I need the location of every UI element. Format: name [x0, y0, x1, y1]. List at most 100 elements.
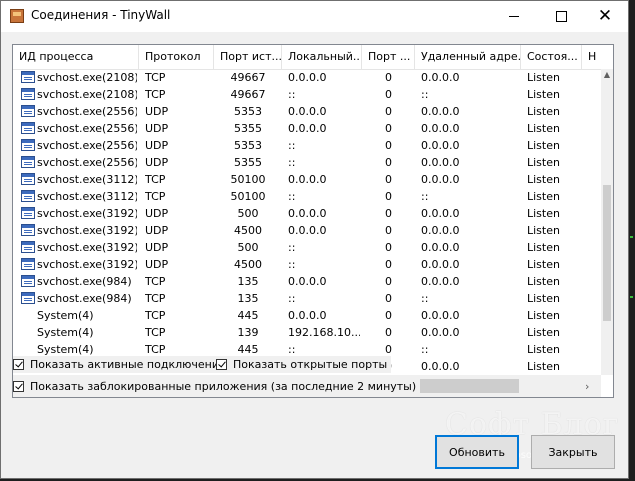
- column-header-protocol[interactable]: Протокол: [139, 45, 214, 69]
- scroll-right-icon[interactable]: ›: [585, 380, 589, 393]
- close-button[interactable]: Закрыть: [531, 435, 615, 469]
- table-row[interactable]: svchost.exe(984) TCP 135:: 0:: Listen: [13, 290, 601, 307]
- cell-remote: 0.0.0.0: [421, 173, 460, 186]
- cell-lport: 0: [385, 241, 392, 254]
- table-row[interactable]: svchost.exe(2108) TCP 49667 0.0.0.0 0 0.0.0.0…: [13, 69, 601, 86]
- cell-state: Listen: [527, 360, 560, 373]
- checkmark-icon: [13, 359, 24, 370]
- show-blocked-apps-label: Показать заблокированные приложения (за …: [30, 380, 417, 393]
- cell-local: ::: [288, 139, 296, 152]
- cell-port: 5355: [234, 156, 262, 169]
- cell-lport: 0: [385, 139, 392, 152]
- cell-port: 135: [237, 275, 259, 288]
- minimize-button[interactable]: [491, 1, 537, 32]
- cell-state: Listen: [527, 207, 560, 220]
- cell-proc: System(4): [37, 309, 94, 322]
- application-icon: [21, 207, 35, 219]
- vertical-scrollbar[interactable]: ▲: [601, 69, 613, 375]
- cell-proc: svchost.exe(2556): [37, 139, 137, 152]
- table-row[interactable]: svchost.exe(2556) UDP 5355 0.0.0.0 0 0.0.0.0 L…: [13, 120, 601, 137]
- application-icon: [21, 275, 35, 287]
- table-row[interactable]: System(4) TCP 139 192.168.10... 0 0.0.0.0 List…: [13, 324, 601, 341]
- cell-proc: svchost.exe(2108): [37, 71, 137, 84]
- table-row[interactable]: svchost.exe(2556) UDP 5355:: 0 0.0.0.0 Listen: [13, 154, 601, 171]
- column-header-local-port[interactable]: Порт ...: [362, 45, 415, 69]
- application-icon: [21, 190, 35, 202]
- column-header-source-port[interactable]: Порт ист...: [214, 45, 282, 69]
- show-open-ports-checkbox[interactable]: Показать открытые порты: [216, 356, 392, 373]
- list-header: ИД процесса Протокол Порт ист... Локальн…: [13, 45, 613, 70]
- table-row[interactable]: svchost.exe(2556) UDP 5353:: 0 0.0.0.0 Listen: [13, 137, 601, 154]
- cell-proc: System(4): [37, 326, 94, 339]
- cell-proto: UDP: [145, 207, 169, 220]
- cell-proto: TCP: [145, 71, 166, 84]
- cell-remote: 0.0.0.0: [421, 224, 460, 237]
- table-row[interactable]: System(4) TCP 445 0.0.0.0 0 0.0.0.0 Listen: [13, 307, 601, 324]
- cell-local: 0.0.0.0: [288, 275, 327, 288]
- cell-remote: ::: [421, 292, 429, 305]
- cell-proto: TCP: [145, 309, 166, 322]
- show-open-ports-label: Показать открытые порты: [233, 358, 388, 371]
- cell-remote: 0.0.0.0: [421, 71, 460, 84]
- cell-proto: TCP: [145, 88, 166, 101]
- cell-local: 0.0.0.0: [288, 173, 327, 186]
- cell-local: 0.0.0.0: [288, 71, 327, 84]
- table-row[interactable]: svchost.exe(3192) UDP 4500 0.0.0.0 0 0.0.0.0 L…: [13, 222, 601, 239]
- table-row[interactable]: svchost.exe(2556) UDP 5353 0.0.0.0 0 0.0.0.0 L…: [13, 103, 601, 120]
- cell-state: Listen: [527, 326, 560, 339]
- show-active-connections-checkbox[interactable]: Показать активные подключения: [13, 356, 230, 373]
- cell-proto: UDP: [145, 122, 169, 135]
- cell-remote: 0.0.0.0: [421, 207, 460, 220]
- cell-remote: 0.0.0.0: [421, 360, 460, 373]
- application-icon: [21, 88, 35, 100]
- scroll-up-icon[interactable]: ▲: [601, 69, 613, 81]
- cell-state: Listen: [527, 224, 560, 237]
- table-row[interactable]: svchost.exe(3112) TCP 50100:: 0:: Listen: [13, 188, 601, 205]
- cell-lport: 0: [385, 156, 392, 169]
- show-blocked-apps-checkbox[interactable]: Показать заблокированные приложения (за …: [13, 378, 421, 395]
- cell-state: Listen: [527, 88, 560, 101]
- application-icon: [21, 139, 35, 151]
- column-header-state[interactable]: Состоя...: [521, 45, 582, 69]
- cell-remote: 0.0.0.0: [421, 309, 460, 322]
- column-header-extra[interactable]: Н: [582, 45, 613, 69]
- cell-port: 445: [237, 309, 259, 322]
- column-header-remote-address[interactable]: Удаленный адре...: [415, 45, 521, 69]
- cell-remote: 0.0.0.0: [421, 241, 460, 254]
- table-row[interactable]: svchost.exe(3192) UDP 500 0.0.0.0 0 0.0.0.0 Li…: [13, 205, 601, 222]
- close-icon: ✕: [597, 6, 613, 26]
- cell-state: Listen: [527, 190, 560, 203]
- background-artifact: [630, 296, 633, 298]
- cell-port: 49667: [230, 88, 266, 101]
- column-header-local-address[interactable]: Локальный...: [282, 45, 362, 69]
- cell-proc: svchost.exe(3192): [37, 258, 137, 271]
- checkmark-icon: [216, 359, 227, 370]
- cell-lport: 0: [385, 190, 392, 203]
- title-bar[interactable]: Соединения - TinyWall ✕: [1, 1, 628, 32]
- application-icon: [21, 241, 35, 253]
- list-rows: svchost.exe(2108) TCP 49667 0.0.0.0 0 0.0.0.0…: [13, 69, 601, 375]
- cell-lport: 0: [385, 275, 392, 288]
- table-row[interactable]: svchost.exe(3112) TCP 50100 0.0.0.0 0 0.0.0.0…: [13, 171, 601, 188]
- column-header-process[interactable]: ИД процесса: [13, 45, 139, 69]
- cell-proc: svchost.exe(2556): [37, 156, 137, 169]
- cell-local: ::: [288, 156, 296, 169]
- cell-proto: TCP: [145, 275, 166, 288]
- application-icon: [21, 292, 35, 304]
- table-row[interactable]: svchost.exe(984) TCP 135 0.0.0.0 0 0.0.0.0 Lis…: [13, 273, 601, 290]
- connections-window: Соединения - TinyWall ✕ ИД процесса Прот…: [0, 0, 629, 479]
- refresh-button[interactable]: Обновить: [435, 435, 519, 469]
- cell-remote: 0.0.0.0: [421, 156, 460, 169]
- table-row[interactable]: svchost.exe(2108) TCP 49667:: 0:: Listen: [13, 86, 601, 103]
- cell-proc: svchost.exe(3192): [37, 207, 137, 220]
- vertical-scroll-thumb[interactable]: [603, 185, 611, 321]
- cell-proc: svchost.exe(3112): [37, 173, 137, 186]
- maximize-button[interactable]: [538, 1, 584, 32]
- connections-list[interactable]: ИД процесса Протокол Порт ист... Локальн…: [12, 44, 614, 398]
- cell-local: ::: [288, 88, 296, 101]
- table-row[interactable]: svchost.exe(3192) UDP 500:: 0 0.0.0.0 Listen: [13, 239, 601, 256]
- cell-state: Listen: [527, 241, 560, 254]
- table-row[interactable]: svchost.exe(3192) UDP 4500:: 0 0.0.0.0 Listen: [13, 256, 601, 273]
- cell-local: 192.168.10...: [288, 326, 360, 339]
- close-window-button[interactable]: ✕: [582, 1, 628, 32]
